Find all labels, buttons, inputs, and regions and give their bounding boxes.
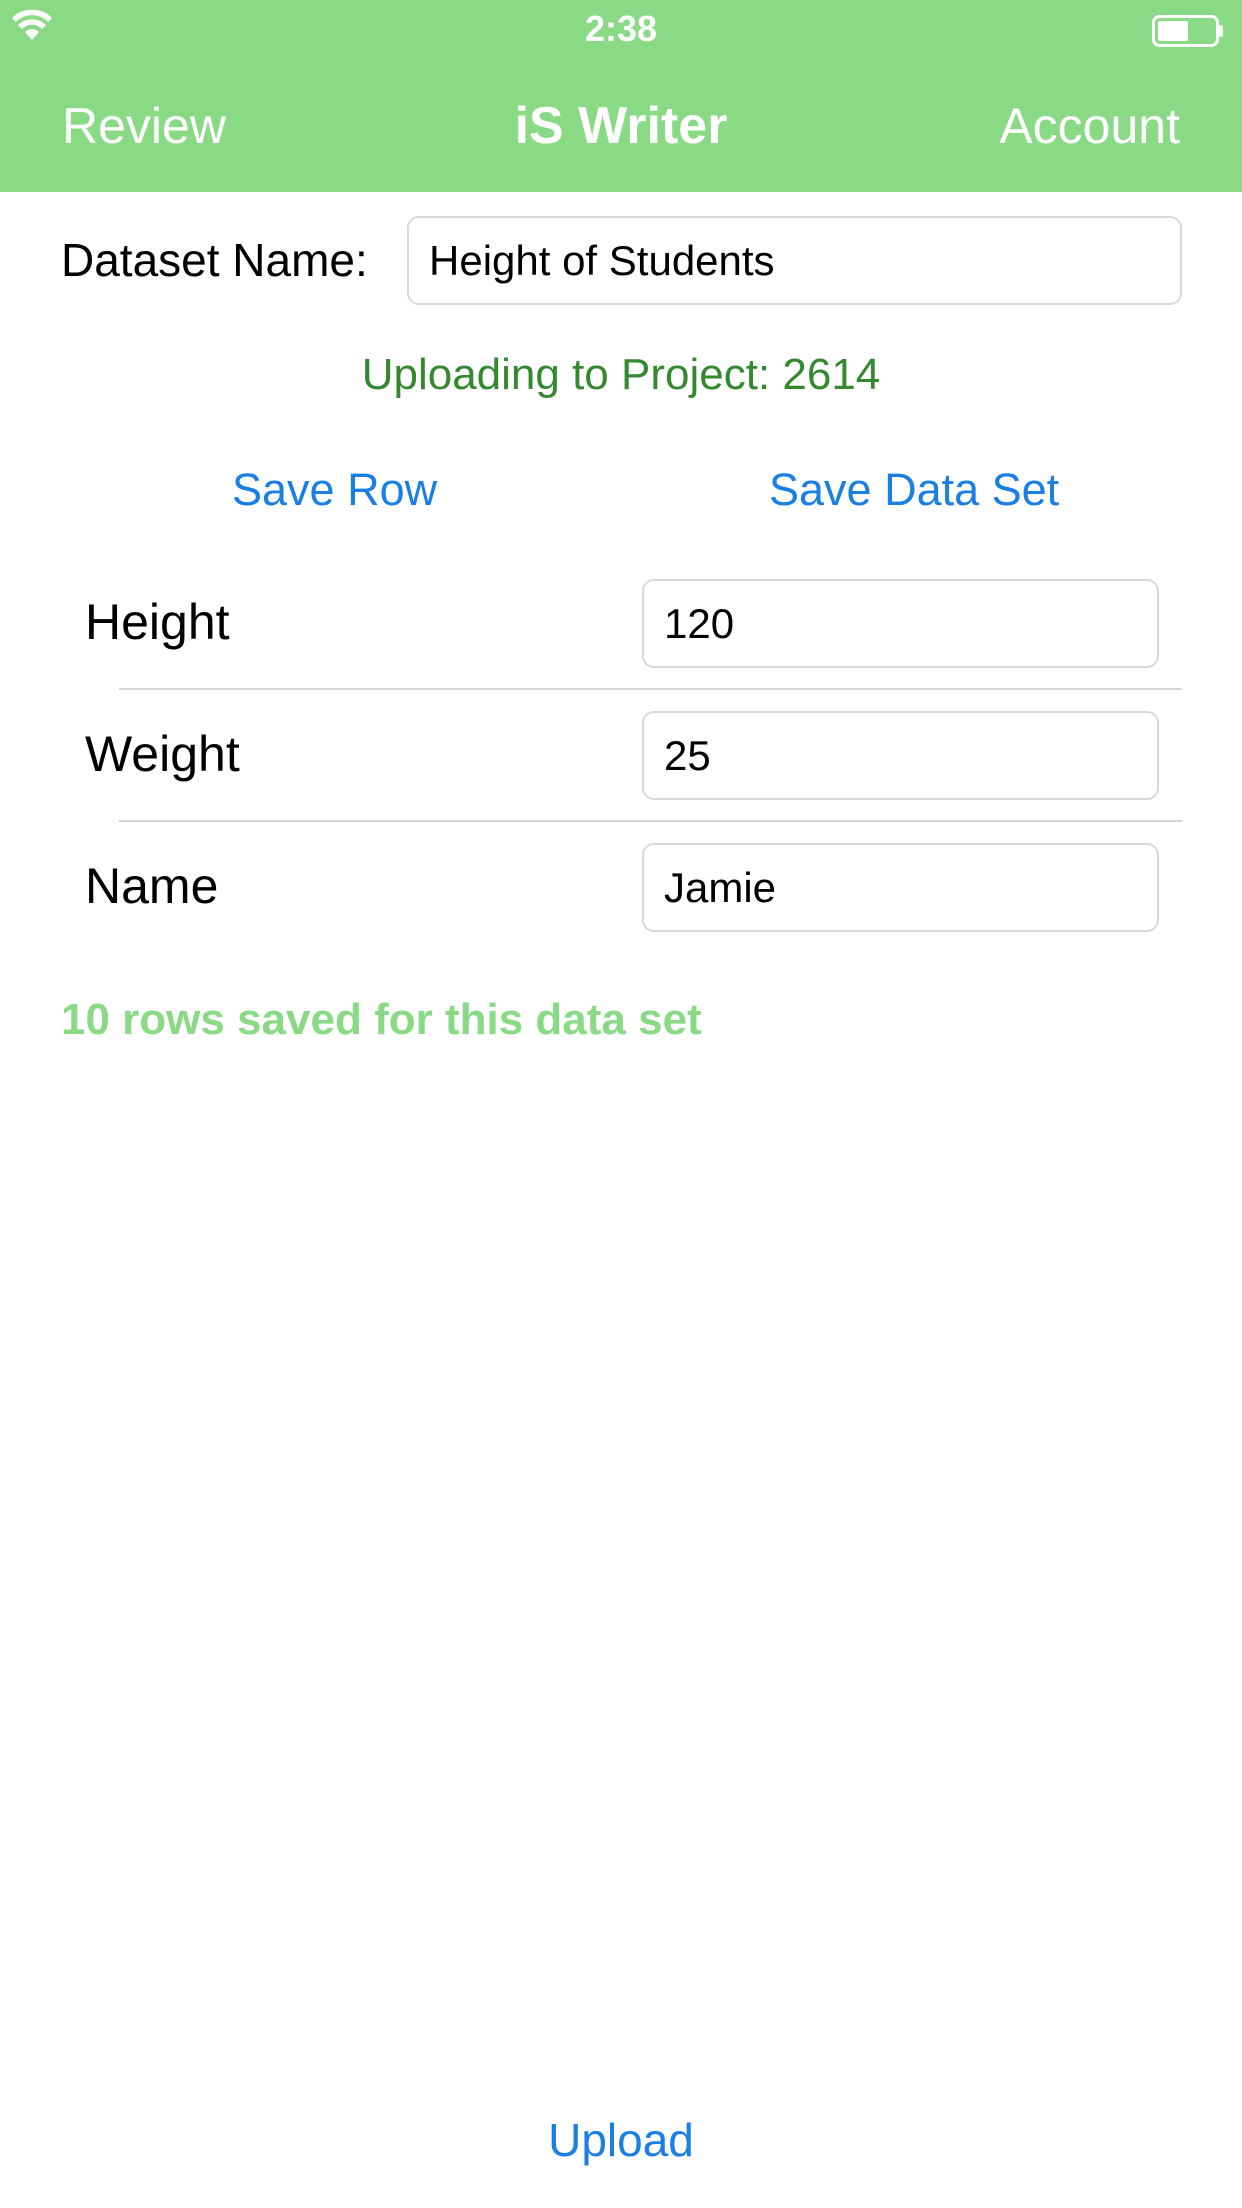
field-label-height: Height: [85, 594, 230, 650]
battery-icon: [1152, 15, 1223, 47]
save-row-button[interactable]: Save Row: [232, 460, 437, 520]
field-label-name: Name: [85, 858, 219, 914]
weight-field[interactable]: [642, 711, 1159, 800]
height-field[interactable]: [642, 579, 1159, 668]
account-button[interactable]: Account: [999, 96, 1180, 156]
dataset-name-field[interactable]: [407, 216, 1182, 305]
save-data-set-button[interactable]: Save Data Set: [769, 460, 1059, 520]
navigation-header: 2:38 Review iS Writer Account: [0, 0, 1242, 192]
row-divider: [119, 820, 1182, 822]
upload-button[interactable]: Upload: [0, 2110, 1242, 2170]
app-screen: 2:38 Review iS Writer Account Dataset Na…: [0, 0, 1242, 2208]
dataset-name-label: Dataset Name:: [61, 234, 368, 286]
rows-saved-status: 10 rows saved for this data set: [61, 995, 702, 1044]
field-label-weight: Weight: [85, 726, 240, 782]
status-time: 2:38: [584, 8, 658, 49]
status-bar: 2:38: [0, 0, 1242, 62]
name-field[interactable]: [642, 843, 1159, 932]
project-status: Uploading to Project: 2614: [361, 350, 881, 399]
row-divider: [119, 688, 1182, 690]
